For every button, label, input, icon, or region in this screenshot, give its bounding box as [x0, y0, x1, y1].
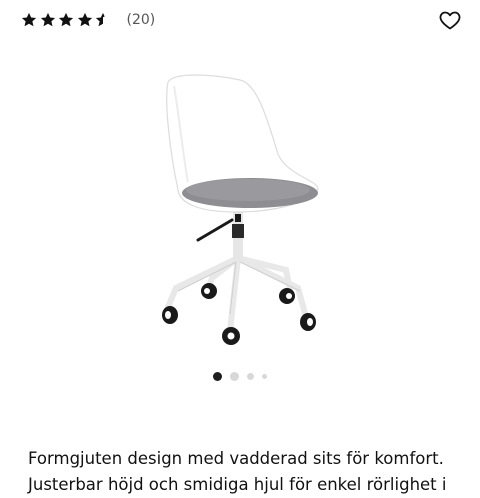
product-description: Formgjuten design med vadderad sits för …	[28, 446, 468, 498]
star-filled-icon	[39, 11, 57, 29]
review-count[interactable]: (20)	[127, 12, 156, 28]
rating-stars	[20, 11, 113, 29]
gallery-pagination	[0, 372, 480, 381]
star-filled-icon	[57, 11, 75, 29]
office-chair-illustration	[162, 74, 319, 345]
star-filled-icon	[76, 11, 94, 29]
star-half-icon	[94, 11, 112, 29]
star-filled-icon	[20, 11, 38, 29]
product-rating[interactable]: (20)	[20, 9, 155, 31]
gallery-dot-2[interactable]	[230, 372, 239, 381]
gallery-dot-4[interactable]	[262, 374, 267, 379]
product-image[interactable]	[140, 62, 340, 352]
heart-outline-icon	[438, 8, 462, 32]
description-line: Formgjuten design med vadderad sits för …	[28, 449, 444, 468]
description-line: Justerbar höjd och smidiga hjul för enke…	[28, 475, 447, 494]
favorite-button[interactable]	[438, 8, 462, 32]
gallery-dot-1[interactable]	[213, 372, 222, 381]
gallery-dot-3[interactable]	[247, 373, 254, 380]
